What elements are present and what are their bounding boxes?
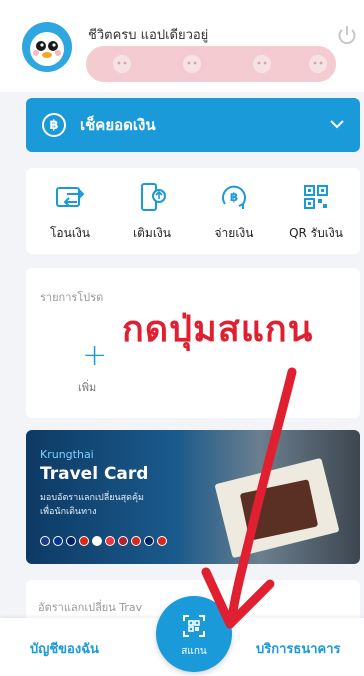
- qr-icon: [304, 185, 328, 209]
- banner-subtitle-line2: เพื่อนักเดินทาง: [40, 507, 97, 517]
- mascot-icon: [30, 32, 64, 66]
- flag-icon: [131, 536, 141, 546]
- flag-icon: [157, 536, 167, 546]
- topup-label: เติมเงิน: [133, 226, 171, 240]
- bank-services-tab[interactable]: บริการธนาคาร: [256, 638, 341, 659]
- flag-icon: [92, 536, 102, 546]
- avatar[interactable]: [22, 22, 72, 72]
- qr-receive-label: QR รับเงิน: [289, 226, 343, 240]
- baht-icon: ฿: [42, 113, 66, 137]
- quick-actions: โอนเงิน เติมเงิน ฿ จ่ายเงิน QR รับเงิน: [26, 168, 360, 254]
- flag-icon: [66, 536, 76, 546]
- travel-card-banner[interactable]: Krungthai Travel Card มอบอัตราแลกเปลี่ยน…: [26, 430, 360, 564]
- pay-button[interactable]: ฿ จ่ายเงิน: [196, 180, 272, 243]
- currency-flags: [40, 536, 167, 546]
- flag-icon: [79, 536, 89, 546]
- topup-icon: [141, 183, 166, 211]
- banner-title: Travel Card: [40, 464, 149, 484]
- flag-icon: [118, 536, 128, 546]
- banner-subtitle-line1: มอบอัตราแลกเปลี่ยนสุดคุ้ม: [40, 493, 144, 503]
- account-name-mask: [86, 46, 336, 82]
- transfer-label: โอนเงิน: [49, 226, 91, 240]
- topup-button[interactable]: เติมเงิน: [114, 180, 190, 243]
- annotation-text: กดปุ่มสแกน: [122, 309, 314, 350]
- svg-text:฿: ฿: [230, 190, 238, 204]
- flag-icon: [53, 536, 63, 546]
- scan-label: สแกน: [181, 646, 207, 657]
- scan-icon: [183, 615, 205, 637]
- transfer-icon: [56, 187, 85, 207]
- my-account-tab[interactable]: บัญชีของฉัน: [30, 638, 99, 659]
- header: ชีวิตครบ แอปเดียวอยู่: [0, 0, 364, 92]
- qr-receive-button[interactable]: QR รับเงิน: [278, 180, 354, 243]
- check-balance-label: เช็คยอดเงิน: [80, 116, 156, 134]
- add-favorite-plus-icon[interactable]: +: [82, 338, 107, 373]
- banner-brand: Krungthai: [40, 448, 94, 461]
- pay-label: จ่ายเงิน: [214, 226, 254, 240]
- favorites-title: รายการโปรด: [40, 291, 104, 304]
- flag-icon: [40, 536, 50, 546]
- exchange-rate-title: อัตราแลกเปลี่ยน Trav: [38, 601, 143, 614]
- pay-icon: ฿: [222, 185, 246, 209]
- greeting-text: ชีวิตครบ แอปเดียวอยู่: [88, 28, 209, 43]
- check-balance-bar[interactable]: ฿ เช็คยอดเงิน: [26, 98, 360, 152]
- flag-icon: [144, 536, 154, 546]
- transfer-button[interactable]: โอนเงิน: [32, 180, 108, 243]
- flag-icon: [105, 536, 115, 546]
- add-favorite-label: เพิ่ม: [78, 381, 97, 394]
- chevron-down-icon: [330, 120, 344, 129]
- power-icon[interactable]: [336, 24, 358, 46]
- scan-button[interactable]: สแกน: [156, 596, 232, 672]
